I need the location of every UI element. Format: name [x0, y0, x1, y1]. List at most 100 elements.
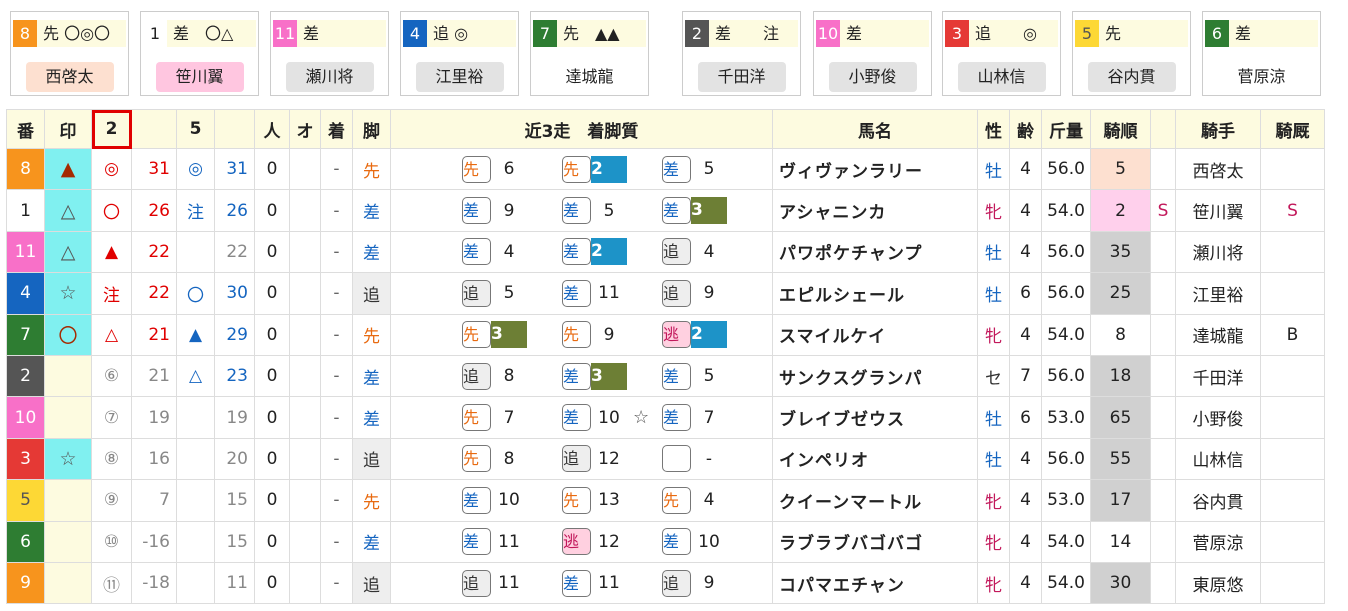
recent-run[interactable]: 先9 [562, 321, 662, 349]
mark-cell[interactable] [44, 520, 92, 563]
recent-run[interactable]: 先 13 [562, 486, 662, 514]
header-cell[interactable]: 着 [320, 109, 353, 149]
recent-run[interactable]: 差3 [662, 197, 762, 225]
header-cell[interactable]: 番 [6, 109, 45, 149]
recent-run[interactable]: 逃 12 [562, 528, 662, 556]
jockey-card[interactable]: 4 追 ◎ 江里裕 [400, 11, 519, 96]
jockey-name-button[interactable]: 達城龍 [545, 62, 634, 92]
header-cell[interactable]: 騎手 [1175, 109, 1261, 149]
jockey-card[interactable]: 5 先谷内貫 [1072, 11, 1191, 96]
header-cell[interactable]: 人 [254, 109, 290, 149]
jockey-name-button[interactable]: 小野俊 [828, 62, 917, 92]
recent-run[interactable]: 追 12 [562, 445, 662, 473]
recent-run[interactable]: 先8 [462, 445, 562, 473]
mark-cell[interactable]: ☆ [44, 272, 92, 315]
header-cell[interactable]: 性 [977, 109, 1010, 149]
recent-run[interactable]: 追8 [462, 362, 562, 390]
jockey-name-button[interactable]: 千田洋 [697, 62, 786, 92]
header-cell[interactable]: 2 [91, 109, 132, 149]
jockey-card[interactable]: 2 差 注千田洋 [682, 11, 801, 96]
mark-cell[interactable]: 〇 [44, 313, 92, 356]
mark-cell[interactable]: ☆ [44, 437, 92, 481]
jockey-card[interactable]: 11 差瀬川将 [270, 11, 389, 96]
recent-run[interactable]: 差4 [462, 238, 562, 266]
recent-run[interactable]: 先3 [462, 321, 562, 349]
recent-run[interactable]: 追9 [662, 569, 762, 597]
recent-run[interactable]: 差 10 ☆ [562, 404, 662, 432]
horse-number: 6 [6, 520, 45, 563]
stable [1260, 561, 1325, 605]
mark-cell[interactable]: △ [44, 189, 92, 232]
header-cell[interactable]: オ [289, 109, 321, 149]
odds [289, 520, 321, 563]
table-row[interactable]: 4 ☆ 注 22 〇 30 0- 追追 5 差 11 追 9 エピルシェール牡 6 56.0 25 江里裕 [6, 272, 1325, 315]
recent-run[interactable]: 差7 [662, 404, 762, 432]
jockey-name-button[interactable]: 菅原涼 [1217, 62, 1306, 92]
jockey-card[interactable]: 10 差小野俊 [813, 11, 932, 96]
recent-run[interactable]: 差 11 [562, 569, 662, 597]
recent-run[interactable]: 差5 [562, 197, 662, 225]
recent-run[interactable]: 先6 [462, 155, 562, 183]
recent-run[interactable]: 差 11 [462, 528, 562, 556]
recent-run[interactable]: 追4 [662, 238, 762, 266]
jockey-card[interactable]: 6 差菅原涼 [1202, 11, 1321, 96]
mark-cell[interactable]: ▲ [44, 147, 92, 191]
jockey-name-button[interactable]: 谷内貫 [1087, 62, 1176, 92]
jockey-name-button[interactable]: 江里裕 [415, 62, 504, 92]
jockey-name-button[interactable]: 西啓太 [25, 62, 114, 92]
mark-cell[interactable] [44, 354, 92, 398]
recent-run[interactable]: 先2 [562, 155, 662, 183]
header-cell[interactable]: 馬名 [772, 109, 978, 149]
header-cell[interactable]: 脚 [352, 109, 391, 149]
jockey-name-button[interactable]: 瀬川将 [285, 62, 374, 92]
jockey-name-button[interactable]: 山林信 [957, 62, 1046, 92]
recent-run[interactable]: 差2 [562, 238, 662, 266]
table-row[interactable]: 3 ☆ ⑧ 16 20 0- 追先 8 追 12- インペリオ牡 4 56.0 55 山林信 [6, 437, 1325, 481]
recent-run[interactable]: 差9 [462, 197, 562, 225]
recent-run[interactable]: 先7 [462, 404, 562, 432]
header-cell[interactable]: 齢 [1009, 109, 1042, 149]
jockey-card[interactable]: 8 先 〇◎〇 西啓太 [10, 11, 129, 96]
table-row[interactable]: 2 ⑥ 21 △ 23 0- 差追 8 差 3 差 5 サンクスグランパセ 7 56.0 18 千田洋 [6, 354, 1325, 398]
jockey-card[interactable]: 3 追 ◎ 山林信 [942, 11, 1061, 96]
jockey-name-button[interactable]: 笹川翼 [155, 62, 244, 92]
recent-run[interactable]: 差 10 [462, 486, 562, 514]
header-cell[interactable] [214, 109, 255, 149]
table-row[interactable]: 9 ⑪ -18 11 0- 追追 11 差 11 追 9 コパマエチャン牝 4 54.0 30 東原悠 [6, 561, 1325, 605]
recent-run[interactable]: 追9 [662, 279, 762, 307]
table-row[interactable]: 1 △ 〇 26 注 26 0- 差差 9 差 5 差 3 アシャニンカ牝 4 54.0 2 S 笹川翼 S [6, 189, 1325, 232]
header-cell[interactable]: 斤量 [1041, 109, 1091, 149]
header-cell[interactable]: 5 [176, 109, 215, 149]
mark-cell[interactable] [44, 561, 92, 605]
table-row[interactable]: 6 ⑩ -16 15 0- 差差 11 逃 12 差 10 ラブラブバゴバゴ牝 4 54.0 14 菅原涼 [6, 520, 1325, 563]
mark-cell[interactable]: △ [44, 230, 92, 274]
header-cell[interactable]: 近3走 着脚質 [390, 109, 773, 149]
recent-run[interactable]: 先4 [662, 486, 762, 514]
recent-run[interactable]: 逃2 [662, 321, 762, 349]
recent-run[interactable]: - [662, 445, 762, 473]
table-row[interactable]: 8 ▲ ◎ 31 ◎ 31 0- 先先 6 先 2 差 5 ヴィヴァンラリー牡 4 56.0 5 西啓太 [6, 147, 1325, 191]
header-cell[interactable]: 印 [44, 109, 92, 149]
header-cell[interactable] [131, 109, 177, 149]
sex: 牡 [977, 437, 1010, 481]
recent-runs-row: 差 10 先 13 先 4 [392, 481, 772, 520]
recent-run[interactable]: 差 10 [662, 528, 762, 556]
header-cell[interactable] [1150, 109, 1176, 149]
mark-cell[interactable] [44, 479, 92, 522]
finish: - [320, 272, 353, 315]
header-cell[interactable]: 騎順 [1090, 109, 1151, 149]
table-row[interactable]: 5 ⑨ 7 15 0- 先差 10 先 13 先 4 クイーンマートル牝 4 53.0 17 谷内貫 [6, 479, 1325, 522]
jockey-card[interactable]: 7 先 ▲▲ 達城龍 [530, 11, 649, 96]
jockey-card[interactable]: 1 差 〇△ 笹川翼 [140, 11, 259, 96]
recent-run[interactable]: 差3 [562, 362, 662, 390]
recent-run[interactable]: 差5 [662, 155, 762, 183]
recent-run[interactable]: 差 11 [562, 279, 662, 307]
recent-run[interactable]: 追5 [462, 279, 562, 307]
table-row[interactable]: 11 △ ▲ 22 22 0- 差差 4 差 2 追 4 パワポケチャンプ牡 4 56.0 35 瀬川将 [6, 230, 1325, 274]
mark-cell[interactable] [44, 396, 92, 439]
table-row[interactable]: 7 〇 △ 21 ▲ 29 0- 先先 3 先 9 逃 2 スマイルケイ牝 4 54.0 8 達城龍 B [6, 313, 1325, 356]
recent-run[interactable]: 差5 [662, 362, 762, 390]
recent-run[interactable]: 追 11 [462, 569, 562, 597]
header-cell[interactable]: 騎厩 [1260, 109, 1325, 149]
table-row[interactable]: 10 ⑦ 19 19 0- 差先 7 差 10 ☆ 差 7 ブレイブゼウス牡 6 53.0 65 小野俊 [6, 396, 1325, 439]
